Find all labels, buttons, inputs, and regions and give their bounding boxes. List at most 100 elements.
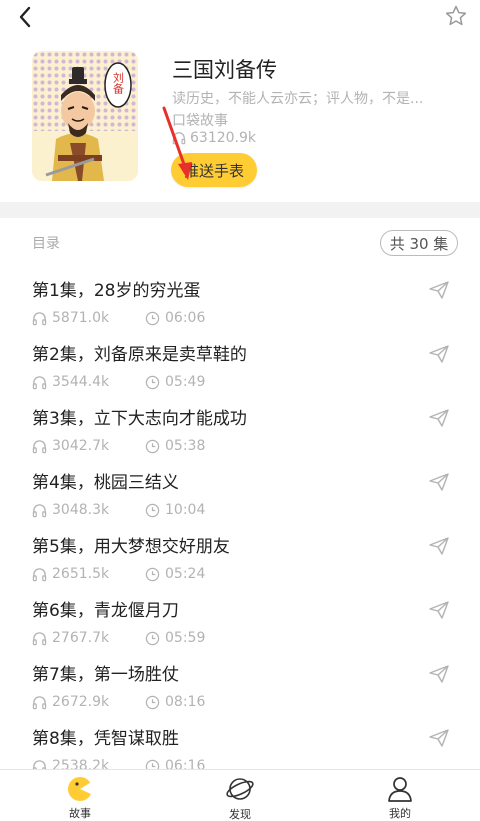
- episode-plays-value: 2672.9k: [52, 694, 110, 710]
- bottom-tab-bar: 故事 发现 我的: [0, 769, 480, 821]
- episode-duration-value: 06:16: [165, 758, 206, 769]
- episode-plays-value: 3042.7k: [52, 438, 110, 454]
- send-icon: [429, 665, 449, 683]
- episode-duration-value: 10:04: [165, 502, 206, 518]
- episode-row[interactable]: 第1集，28岁的穷光蛋 5871.0k 06:06: [0, 266, 480, 330]
- episode-row[interactable]: 第8集，凭智谋取胜 2538.2k 06:16: [0, 714, 480, 769]
- back-button[interactable]: [12, 4, 38, 30]
- episode-row[interactable]: 第6集，青龙偃月刀 2767.7k 05:59: [0, 586, 480, 650]
- episode-meta: 2767.7k 05:59: [32, 630, 205, 646]
- story-detail-page: 刘备 三国刘备传 读历史，不能人云亦云；评人物，不是... 口袋故事 63120…: [0, 0, 480, 821]
- tab-story-label: 故事: [69, 807, 91, 820]
- favorite-button[interactable]: [442, 2, 470, 30]
- episode-duration: 05:38: [145, 438, 205, 454]
- episode-plays: 3042.7k: [32, 438, 109, 454]
- episode-title: 第4集，桃园三结义: [32, 473, 179, 493]
- clock-icon: [145, 375, 160, 389]
- cover-badge-text: 刘备: [112, 72, 125, 95]
- episode-plays-value: 2767.7k: [52, 630, 110, 646]
- episode-duration-value: 05:49: [165, 374, 206, 390]
- headphones-icon: [32, 439, 47, 453]
- episode-list: 第1集，28岁的穷光蛋 5871.0k 06:06 第2集，刘备原来是卖草鞋的 3544…: [0, 266, 480, 769]
- episode-duration-value: 08:16: [165, 694, 206, 710]
- send-icon: [429, 729, 449, 747]
- clock-icon: [145, 759, 160, 769]
- headphones-icon: [32, 503, 47, 517]
- send-to-watch-button[interactable]: [428, 344, 450, 364]
- episode-title: 第3集，立下大志向才能成功: [32, 409, 247, 429]
- clock-icon: [145, 695, 160, 709]
- episode-title: 第7集，第一场胜仗: [32, 665, 179, 685]
- send-to-watch-button[interactable]: [428, 600, 450, 620]
- episode-row[interactable]: 第7集，第一场胜仗 2672.9k 08:16: [0, 650, 480, 714]
- episode-duration-value: 05:38: [165, 438, 206, 454]
- episode-row[interactable]: 第5集，用大梦想交好朋友 2651.5k 05:24: [0, 522, 480, 586]
- episode-title: 第5集，用大梦想交好朋友: [32, 537, 230, 557]
- headphones-icon: [32, 375, 47, 389]
- headphones-icon: [32, 759, 47, 769]
- send-icon: [429, 409, 449, 427]
- headphones-icon: [32, 695, 47, 709]
- episode-plays: 3544.4k: [32, 374, 109, 390]
- episode-duration-value: 06:06: [165, 310, 206, 326]
- episode-row[interactable]: 第3集，立下大志向才能成功 3042.7k 05:38: [0, 394, 480, 458]
- send-to-watch-button[interactable]: [428, 536, 450, 556]
- annotation-arrow: [162, 106, 192, 180]
- tab-story[interactable]: 故事: [0, 770, 160, 821]
- send-to-watch-button[interactable]: [428, 728, 450, 748]
- episode-title: 第6集，青龙偃月刀: [32, 601, 179, 621]
- section-divider: [0, 202, 480, 218]
- episode-plays-value: 3048.3k: [52, 502, 110, 518]
- headphones-icon: [32, 567, 47, 581]
- episode-plays-value: 3544.4k: [52, 374, 110, 390]
- episode-plays: 2672.9k: [32, 694, 109, 710]
- episode-row[interactable]: 第2集，刘备原来是卖草鞋的 3544.4k 05:49: [0, 330, 480, 394]
- toc-header: 目录 共 30 集: [0, 222, 480, 262]
- episode-plays-value: 5871.0k: [52, 310, 110, 326]
- tab-discover[interactable]: 发现: [160, 770, 320, 821]
- episode-row[interactable]: 第4集，桃园三结义 3048.3k 10:04: [0, 458, 480, 522]
- episode-plays: 5871.0k: [32, 310, 109, 326]
- episode-title: 第8集，凭智谋取胜: [32, 729, 179, 749]
- story-title: 三国刘备传: [172, 58, 277, 82]
- star-icon: [445, 5, 467, 26]
- episode-duration-value: 05:59: [165, 630, 206, 646]
- tab-discover-label: 发现: [229, 808, 251, 821]
- clock-icon: [145, 567, 160, 581]
- tab-mine[interactable]: 我的: [320, 770, 480, 821]
- episode-duration: 06:06: [145, 310, 205, 326]
- planet-icon: [226, 778, 254, 800]
- episode-meta: 2672.9k 08:16: [32, 694, 205, 710]
- episode-duration-value: 05:24: [165, 566, 206, 582]
- send-icon: [429, 601, 449, 619]
- top-bar: [0, 0, 480, 36]
- episode-duration: 08:16: [145, 694, 205, 710]
- send-to-watch-button[interactable]: [428, 472, 450, 492]
- user-icon: [388, 776, 412, 802]
- episode-meta: 5871.0k 06:06: [32, 310, 205, 326]
- send-icon: [429, 537, 449, 555]
- episode-plays: 2651.5k: [32, 566, 109, 582]
- episode-duration: 05:59: [145, 630, 205, 646]
- episode-plays: 2538.2k: [32, 758, 109, 769]
- episode-meta: 2651.5k 05:24: [32, 566, 205, 582]
- episode-duration: 10:04: [145, 502, 205, 518]
- send-to-watch-button[interactable]: [428, 280, 450, 300]
- chevron-left-icon: [19, 6, 31, 28]
- episode-duration: 05:24: [145, 566, 205, 582]
- episode-meta: 3048.3k 10:04: [32, 502, 205, 518]
- liu-bei-illustration: 刘备: [32, 51, 138, 181]
- headphones-icon: [32, 631, 47, 645]
- episode-meta: 2538.2k 06:16: [32, 758, 205, 769]
- story-face-icon: [68, 776, 93, 801]
- clock-icon: [145, 631, 160, 645]
- clock-icon: [145, 311, 160, 325]
- send-icon: [429, 345, 449, 363]
- episode-count-badge[interactable]: 共 30 集: [380, 230, 458, 256]
- send-to-watch-button[interactable]: [428, 408, 450, 428]
- episode-meta: 3544.4k 05:49: [32, 374, 205, 390]
- send-to-watch-button[interactable]: [428, 664, 450, 684]
- episode-title: 第1集，28岁的穷光蛋: [32, 281, 201, 301]
- toc-label: 目录: [32, 236, 60, 252]
- tab-mine-label: 我的: [389, 807, 411, 820]
